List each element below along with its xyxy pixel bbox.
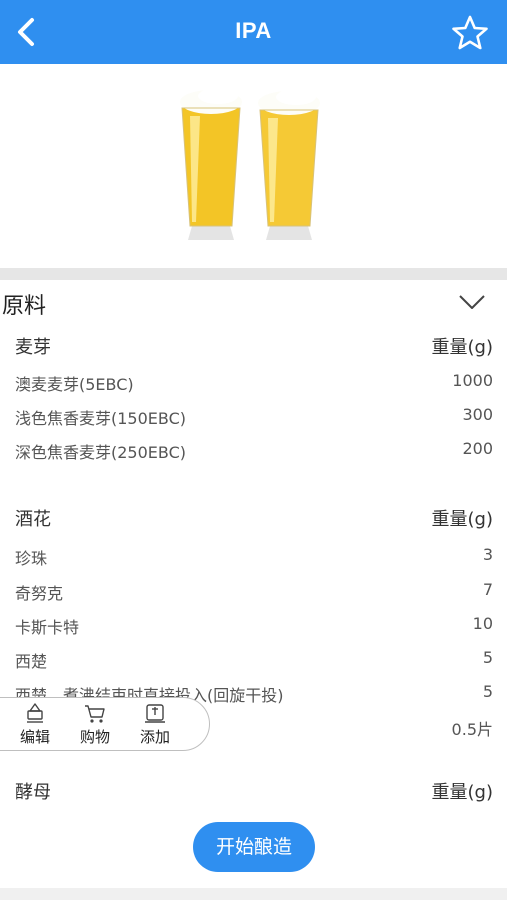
malt-weight-header: 重量(g): [431, 337, 493, 358]
add-button[interactable]: 添加: [133, 702, 177, 748]
hops-weight-header: 重量(g): [431, 509, 493, 530]
ingredient-name: 西楚: [15, 652, 48, 671]
ingredient-weight: 300: [462, 405, 493, 424]
add-ingredient-icon: [145, 704, 165, 723]
edit-button[interactable]: 编辑: [13, 702, 57, 748]
edit-icon: [27, 703, 43, 723]
hops-group-title: 酒花: [15, 509, 51, 530]
beer-image: [0, 64, 507, 268]
ingredient-weight: 200: [462, 439, 493, 458]
ingredient-weight: 0.5片: [451, 720, 493, 739]
cart-icon: [85, 705, 105, 723]
shopping-button[interactable]: 购物: [73, 702, 117, 748]
shop-label: 购物: [79, 728, 110, 746]
section-label: 原料: [2, 294, 47, 319]
ingredient-name: 珍珠: [15, 549, 48, 568]
section-divider: [0, 268, 507, 280]
ingredients-header[interactable]: 原料: [0, 280, 507, 324]
ingredient-weight: 10: [472, 614, 493, 633]
yeast-weight-header: 重量(g): [431, 782, 493, 803]
ingredient-name: 深色焦香麦芽(250EBC): [15, 443, 187, 462]
ingredient-name: 奇努克: [15, 584, 64, 603]
ingredient-weight: 5: [482, 648, 493, 667]
yeast-group-title: 酵母: [15, 782, 51, 803]
ingredient-name: 浅色焦香麦芽(150EBC): [15, 409, 187, 428]
malt-group-title: 麦芽: [15, 337, 51, 358]
start-brewing-button[interactable]: 开始酿造: [193, 822, 315, 872]
star-outline-icon[interactable]: [451, 14, 489, 52]
chevron-down-icon[interactable]: [457, 292, 487, 312]
ingredient-name: 卡斯卡特: [15, 618, 80, 637]
ingredient-name: 澳麦麦芽(5EBC): [15, 375, 134, 394]
ingredient-weight: 7: [482, 580, 493, 599]
ingredient-weight: 3: [482, 545, 493, 564]
page-title: IPA: [235, 18, 272, 43]
beer-glasses-illustration: [180, 88, 320, 240]
floating-toolbar: 编辑 购物 添加: [0, 697, 210, 751]
ingredient-weight: 5: [482, 682, 493, 701]
edit-label: 编辑: [19, 728, 50, 746]
add-label: 添加: [139, 728, 170, 746]
top-bar: IPA: [0, 0, 507, 64]
bottom-band: [0, 888, 507, 900]
ingredient-weight: 1000: [452, 371, 493, 390]
